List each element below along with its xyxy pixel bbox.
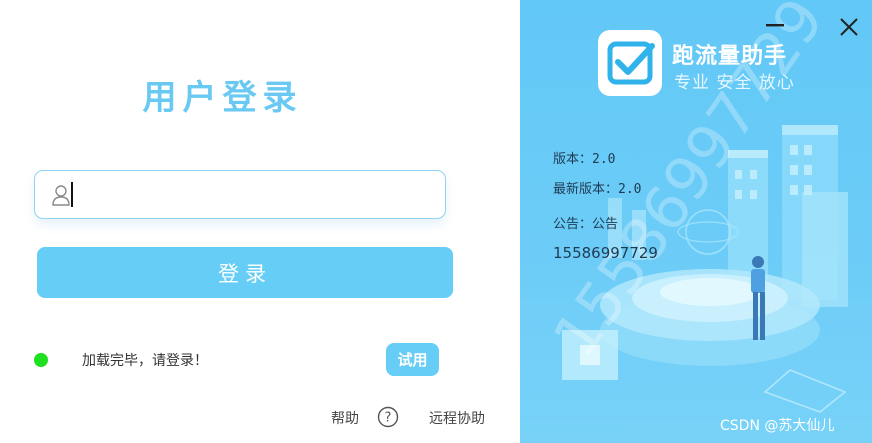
login-button[interactable]: 登录 [37,247,453,298]
help-link[interactable]: 帮助 [331,408,359,428]
username-input[interactable] [71,179,435,213]
app-slogan: 专业 安全 放心 [674,73,795,93]
notice-text: 公告：公告 [553,217,619,232]
minimize-icon[interactable] [764,14,786,36]
credit-watermark: CSDN @苏大仙儿 [720,418,835,434]
latest-version-text: 最新版本：2.0 [553,182,642,197]
info-panel: 15586997729 跑流量助手 专业 安全 放心 版本：2.0 最新版本：2… [520,0,872,443]
status-text: 加载完毕，请登录！ [82,353,208,369]
app-name: 跑流量助手 [672,44,788,69]
trial-button[interactable]: 试用 [386,343,439,376]
login-title: 用户登录 [142,78,303,118]
app-logo [598,30,662,96]
user-icon [52,185,70,206]
version-text: 版本：2.0 [553,152,616,167]
phone-number: 15586997729 [553,244,658,262]
username-field[interactable] [34,170,446,219]
help-icon[interactable]: ? [377,406,399,428]
svg-text:?: ? [385,411,392,426]
remote-assist-link[interactable]: 远程协助 [429,408,485,428]
text-caret [71,182,73,207]
app-logo-checkbox-icon [607,41,655,85]
login-panel: 用户登录 登录 加载完毕，请登录！ 试用 帮助 ? 远程协助 [0,0,520,443]
status-indicator-icon [34,353,48,367]
close-icon[interactable] [838,16,860,38]
